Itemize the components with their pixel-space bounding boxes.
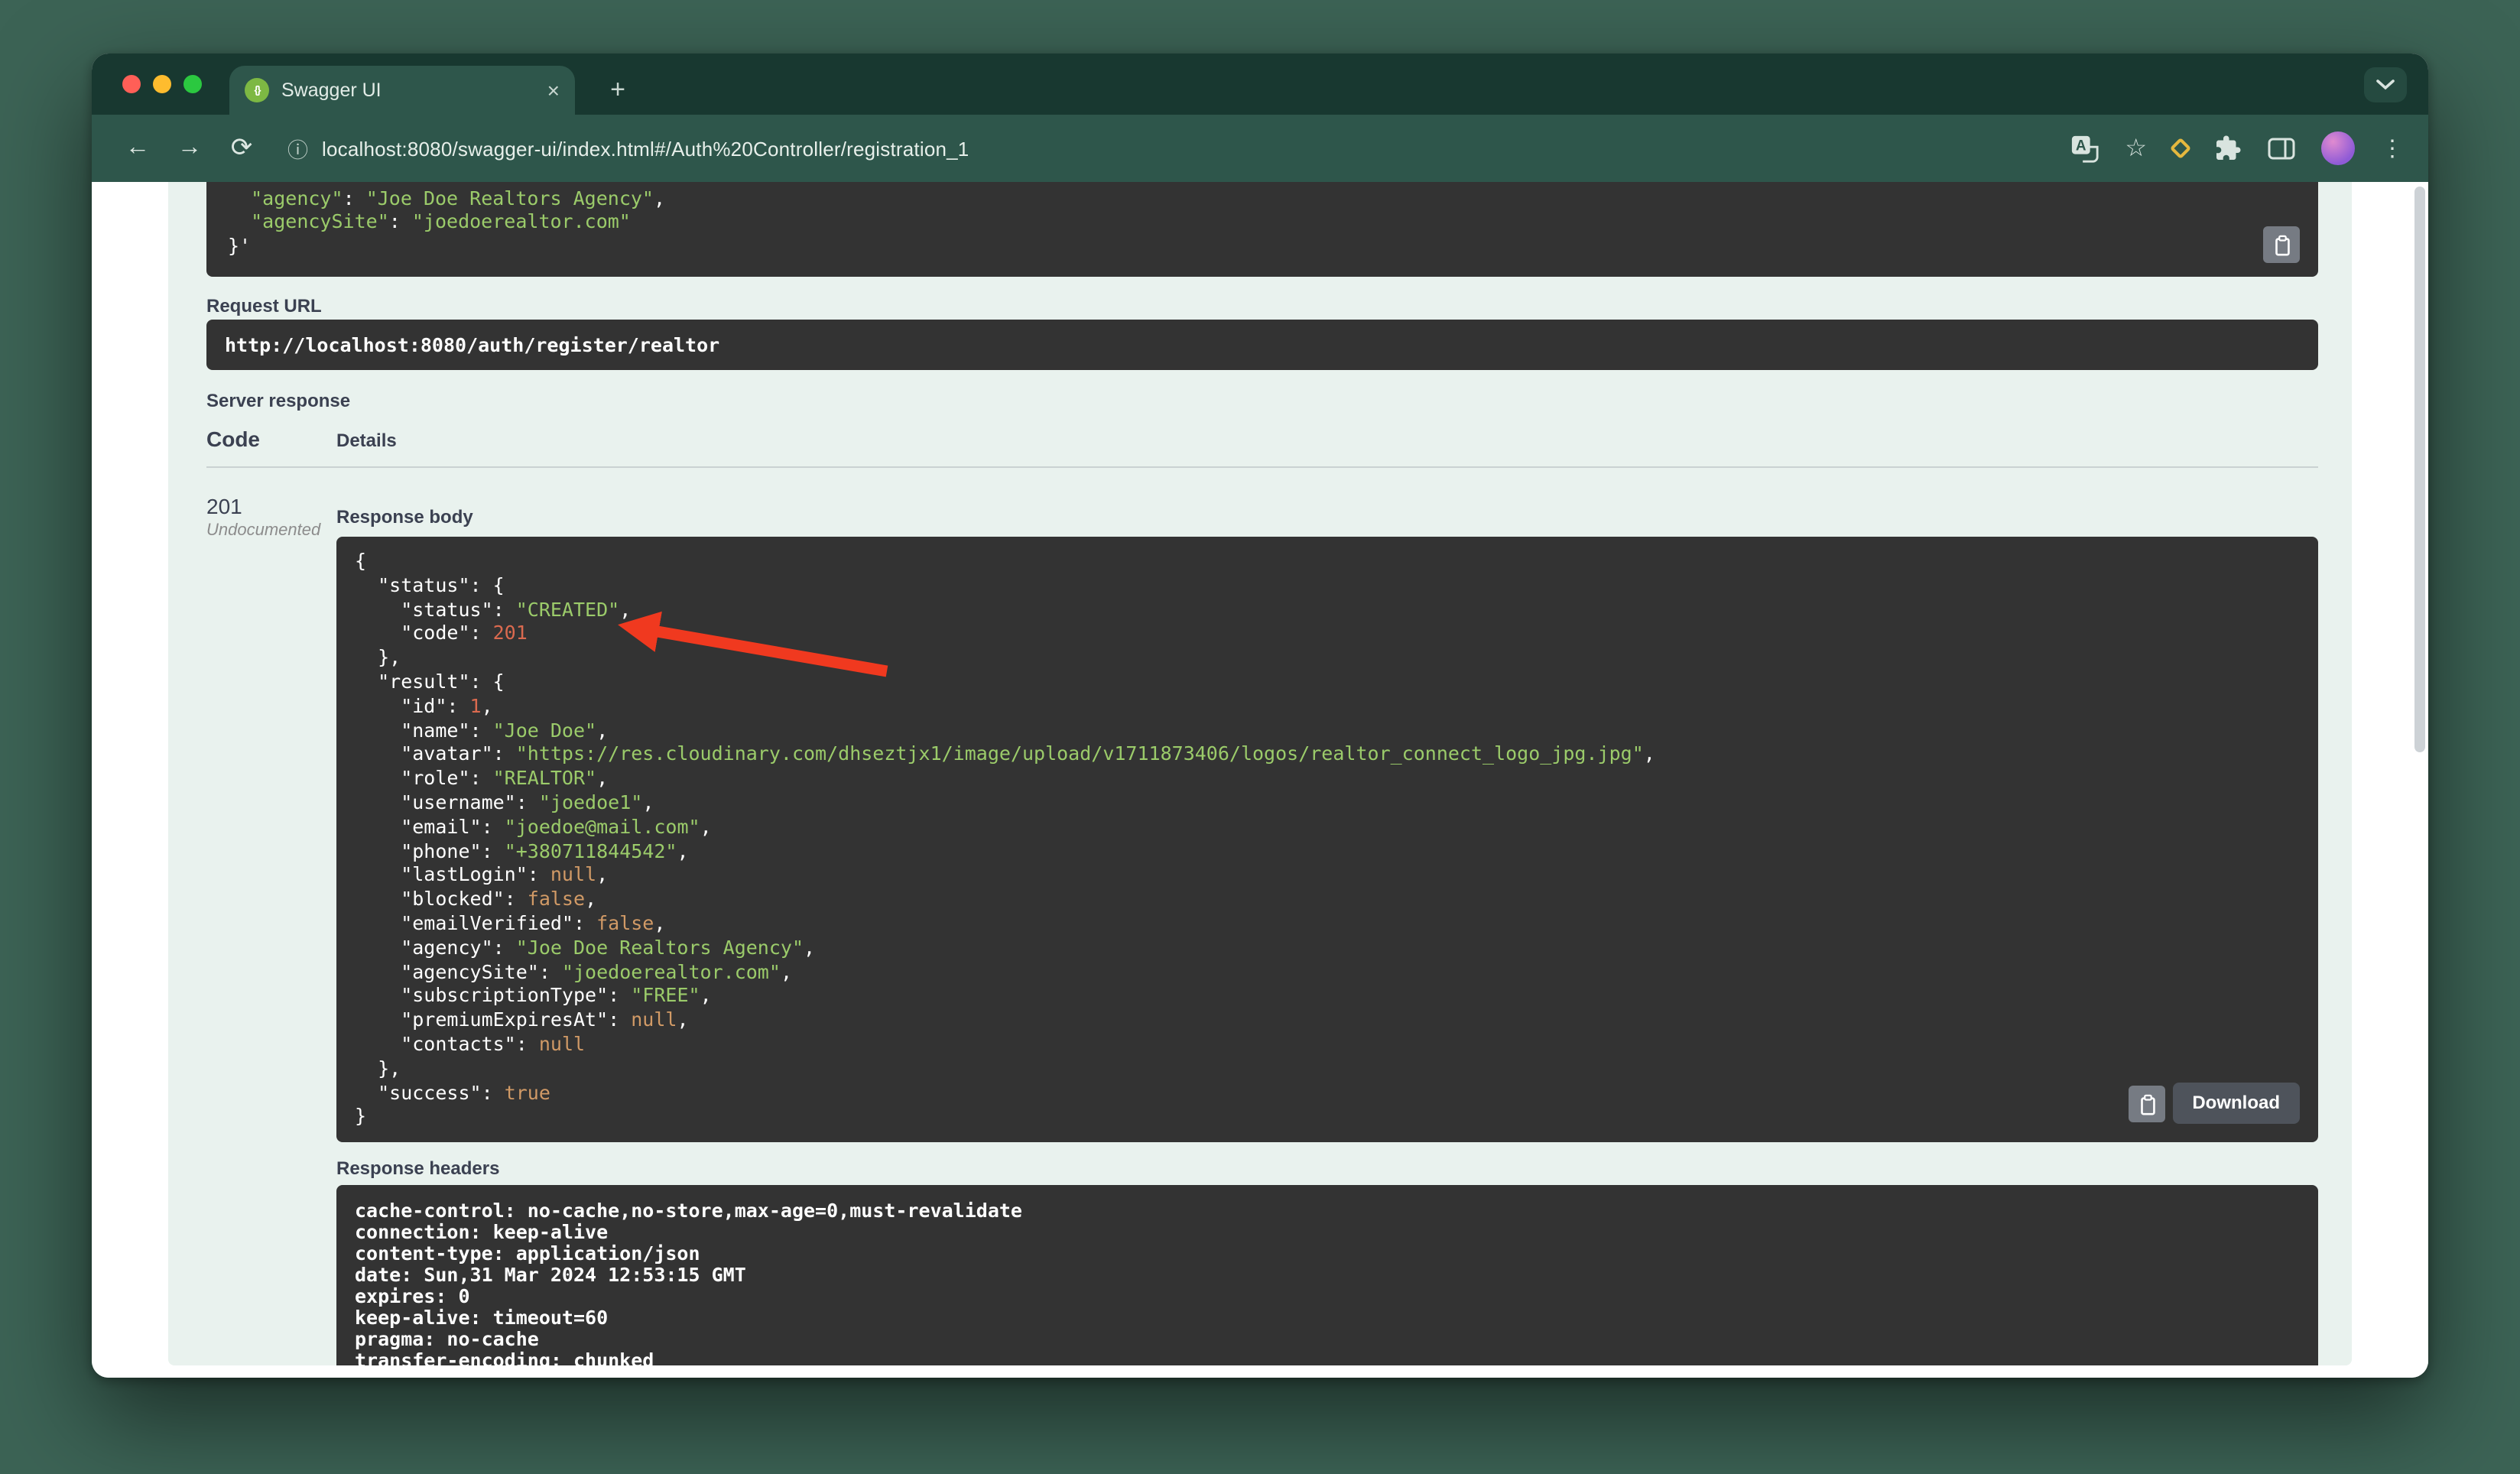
code-line: expires: 0 bbox=[355, 1284, 470, 1307]
code-line: } bbox=[355, 1104, 367, 1128]
response-headers-block: cache-control: no-cache,no-store,max-age… bbox=[336, 1185, 2318, 1365]
response-body-block: { "status": { "status": "CREATED", "code… bbox=[336, 537, 2318, 1142]
browser-toolbar: ← → ⟳ ⓘ localhost:8080/swagger-ui/index.… bbox=[92, 115, 2428, 182]
code-line: "username": "joedoe1", bbox=[355, 790, 654, 813]
code-line: "contacts": null bbox=[355, 1031, 586, 1055]
window-zoom-button[interactable] bbox=[183, 75, 202, 93]
response-body-code: { "status": { "status": "CREATED", "code… bbox=[355, 549, 2300, 1128]
code-line: content-type: application/json bbox=[355, 1242, 700, 1265]
code-line: transfer-encoding: chunked bbox=[355, 1349, 654, 1365]
favicon-glyph: {} bbox=[254, 85, 261, 96]
code-line: { bbox=[355, 549, 367, 572]
svg-text:A: A bbox=[2075, 138, 2086, 154]
code-line: "avatar": "https://res.cloudinary.com/dh… bbox=[355, 742, 1655, 765]
response-status-code: 201 bbox=[206, 494, 242, 518]
side-panel-icon[interactable] bbox=[2268, 137, 2295, 160]
tab-strip: {} Swagger UI × + bbox=[92, 54, 2428, 115]
code-line: "lastLogin": null, bbox=[355, 862, 609, 886]
browser-window: {} Swagger UI × + ← → ⟳ ⓘ localhost:8080… bbox=[92, 54, 2428, 1378]
response-body-label: Response body bbox=[336, 506, 473, 528]
translate-icon[interactable]: A bbox=[2070, 134, 2099, 163]
response-headers-label: Response headers bbox=[336, 1157, 500, 1179]
code-line: "status": "CREATED", bbox=[355, 597, 632, 621]
code-line: }' bbox=[228, 234, 252, 258]
code-line: keep-alive: timeout=60 bbox=[355, 1306, 609, 1329]
swagger-favicon-icon: {} bbox=[245, 78, 269, 102]
curl-command-block: "agency": "Joe Doe Realtors Agency", "ag… bbox=[206, 182, 2318, 277]
curl-code: "agency": "Joe Doe Realtors Agency", "ag… bbox=[228, 186, 2297, 258]
chevron-down-icon bbox=[2376, 80, 2395, 90]
code-line: }, bbox=[355, 1056, 401, 1080]
code-line: "agencySite": "joedoerealtor.com", bbox=[355, 959, 792, 983]
window-controls bbox=[122, 75, 202, 93]
server-response-label: Server response bbox=[206, 390, 351, 411]
code-line: "code": 201 bbox=[355, 621, 528, 644]
response-headers-code: cache-control: no-cache,no-store,max-age… bbox=[355, 1200, 2300, 1365]
clipboard-icon bbox=[2275, 234, 2289, 255]
code-line: pragma: no-cache bbox=[355, 1327, 539, 1350]
address-bar[interactable]: ⓘ localhost:8080/swagger-ui/index.html#/… bbox=[287, 133, 969, 164]
code-line: "blocked": false, bbox=[355, 887, 597, 911]
swagger-operation-panel: "agency": "Joe Doe Realtors Agency", "ag… bbox=[168, 182, 2352, 1365]
request-url-value: http://localhost:8080/auth/register/real… bbox=[206, 320, 2318, 370]
new-tab-button[interactable]: + bbox=[599, 72, 636, 109]
code-line: "premiumExpiresAt": null, bbox=[355, 1008, 689, 1031]
window-close-button[interactable] bbox=[122, 75, 141, 93]
clipboard-icon bbox=[2140, 1093, 2155, 1115]
undocumented-note: Undocumented bbox=[206, 521, 321, 540]
scrollbar-thumb[interactable] bbox=[2414, 187, 2425, 752]
code-line: "role": "REALTOR", bbox=[355, 766, 609, 790]
tab-close-icon[interactable]: × bbox=[547, 80, 560, 101]
reload-button[interactable]: ⟳ bbox=[223, 133, 260, 164]
code-line: date: Sun,31 Mar 2024 12:53:15 GMT bbox=[355, 1263, 746, 1286]
toolbar-actions: A ☆ ⋮ bbox=[2070, 115, 2404, 182]
code-line: "agencySite": "joedoerealtor.com" bbox=[251, 209, 631, 233]
window-minimize-button[interactable] bbox=[153, 75, 171, 93]
download-button[interactable]: Download bbox=[2172, 1083, 2300, 1124]
browser-menu-icon[interactable]: ⋮ bbox=[2381, 135, 2404, 162]
back-button[interactable]: ← bbox=[119, 135, 156, 162]
code-line: "emailVerified": false, bbox=[355, 911, 666, 934]
desktop-background: {} Swagger UI × + ← → ⟳ ⓘ localhost:8080… bbox=[0, 0, 2520, 1474]
site-info-icon[interactable]: ⓘ bbox=[287, 133, 308, 164]
code-line: "result": { bbox=[355, 669, 505, 693]
code-line: "id": 1, bbox=[355, 693, 493, 717]
code-line: "agency": "Joe Doe Realtors Agency", bbox=[355, 935, 816, 959]
request-url-label: Request URL bbox=[206, 295, 322, 317]
code-line: "success": true bbox=[355, 1080, 550, 1104]
code-line: "subscriptionType": "FREE", bbox=[355, 983, 712, 1007]
forward-button[interactable]: → bbox=[171, 135, 208, 162]
url-text: localhost:8080/swagger-ui/index.html#/Au… bbox=[322, 137, 969, 160]
code-line: "status": { bbox=[355, 573, 505, 596]
code-line: "name": "Joe Doe", bbox=[355, 718, 609, 742]
code-line: connection: keep-alive bbox=[355, 1220, 609, 1243]
copy-curl-button[interactable] bbox=[2263, 226, 2300, 263]
extensions-puzzle-icon[interactable] bbox=[2214, 135, 2242, 162]
tab-title: Swagger UI bbox=[281, 80, 382, 101]
tab-search-button[interactable] bbox=[2364, 67, 2407, 102]
code-line: "email": "joedoe@mail.com", bbox=[355, 814, 712, 838]
code-line: "agency": "Joe Doe Realtors Agency", bbox=[251, 186, 666, 209]
code-column-header: Code bbox=[206, 427, 260, 451]
page-content: "agency": "Joe Doe Realtors Agency", "ag… bbox=[92, 182, 2428, 1378]
code-line: cache-control: no-cache,no-store,max-age… bbox=[355, 1199, 1022, 1222]
bookmark-star-icon[interactable]: ☆ bbox=[2125, 133, 2147, 164]
table-header-divider bbox=[206, 466, 2318, 468]
code-line: }, bbox=[355, 645, 401, 669]
copy-response-button[interactable] bbox=[2129, 1086, 2165, 1122]
tab-swagger-ui[interactable]: {} Swagger UI × bbox=[229, 66, 575, 115]
profile-avatar[interactable] bbox=[2321, 131, 2355, 165]
extension-diamond-icon[interactable] bbox=[2169, 137, 2192, 160]
details-column-header: Details bbox=[336, 430, 397, 451]
code-line: "phone": "+380711844542", bbox=[355, 839, 689, 862]
